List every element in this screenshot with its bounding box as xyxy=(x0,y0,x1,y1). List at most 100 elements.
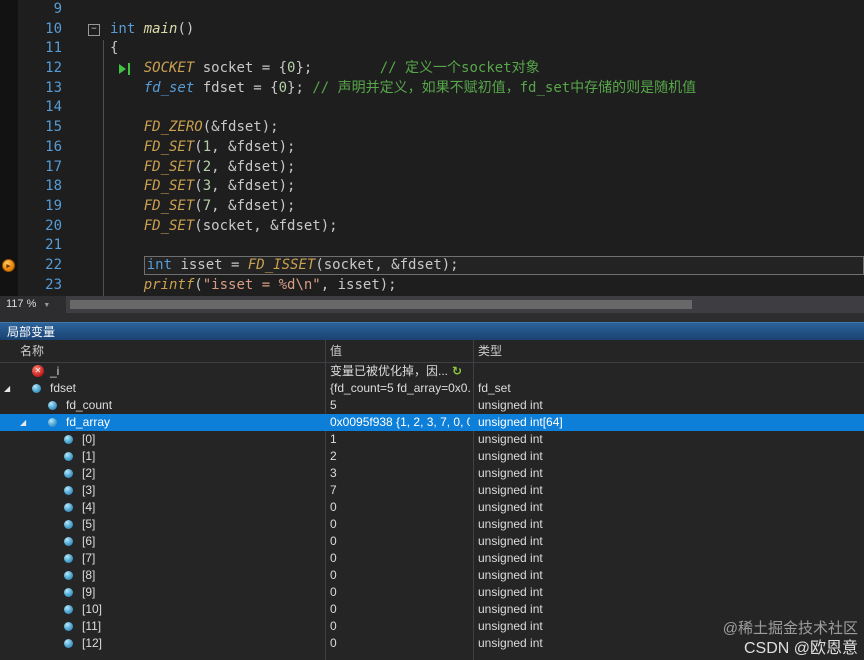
locals-row-6[interactable]: [6] 0 unsigned int xyxy=(0,533,864,550)
variable-value[interactable]: 0 xyxy=(330,567,470,584)
locals-row-12[interactable]: [12] 0 unsigned int xyxy=(0,635,864,652)
refresh-icon[interactable]: ↻ xyxy=(452,363,462,380)
variable-type: fd_set xyxy=(478,381,511,395)
selection-margin xyxy=(62,138,98,158)
current-statement-icon: ▶ xyxy=(2,258,15,272)
locals-row-9[interactable]: [9] 0 unsigned int xyxy=(0,584,864,601)
code-line-11[interactable]: 11 { xyxy=(0,39,864,59)
code-line-17[interactable]: 17 FD_SET(2, &fdset); xyxy=(0,158,864,178)
code-line-14[interactable]: 14 xyxy=(0,98,864,118)
zoom-control[interactable]: 117 % ▼ xyxy=(0,296,66,313)
locals-row-3[interactable]: [3] 7 unsigned int xyxy=(0,482,864,499)
code-line-18[interactable]: 18 FD_SET(3, &fdset); xyxy=(0,177,864,197)
code-text: fd_set fdset = {0}; // 声明并定义，如果不赋初值，fd_s… xyxy=(110,79,696,99)
locals-row-1[interactable]: [1] 2 unsigned int xyxy=(0,448,864,465)
column-header-type[interactable]: 类型 xyxy=(478,340,502,362)
code-token: , &fdset); xyxy=(211,158,296,175)
variable-icon xyxy=(64,452,73,461)
code-token: FD_SET xyxy=(143,138,195,155)
code-token: ( xyxy=(194,158,203,175)
locals-row-fd_array[interactable]: ◢fd_array0x0095f938 {1, 2, 3, 7, 0, 0, .… xyxy=(0,414,864,431)
column-header-name[interactable]: 名称 xyxy=(20,340,44,362)
zoom-level: 117 % xyxy=(6,298,37,310)
locals-row-7[interactable]: [7] 0 unsigned int xyxy=(0,550,864,567)
code-line-9[interactable]: 9 xyxy=(0,0,864,20)
code-token: fd_set xyxy=(143,79,195,96)
expand-arrow-icon[interactable]: ◢ xyxy=(4,380,10,397)
variable-value[interactable]: 0x0095f938 {1, 2, 3, 7, 0, 0, ... xyxy=(330,414,470,431)
code-token: SOCKET xyxy=(143,60,195,77)
variable-name: [9] xyxy=(82,585,96,599)
line-number: 20 xyxy=(45,217,62,234)
locals-row-2[interactable]: [2] 3 unsigned int xyxy=(0,465,864,482)
code-line-23[interactable]: 23 printf("isset = %d\n", isset); xyxy=(0,276,864,296)
variable-icon xyxy=(64,639,73,648)
code-line-20[interactable]: 20 FD_SET(socket, &fdset); xyxy=(0,217,864,237)
code-token: FD_SET xyxy=(143,158,195,175)
horizontal-scrollbar[interactable] xyxy=(66,296,864,313)
horizontal-scrollbar-thumb[interactable] xyxy=(70,300,693,309)
code-token: int xyxy=(146,257,173,274)
code-line-22[interactable]: ▶ 22 int isset = FD_ISSET(socket, &fdset)… xyxy=(0,256,864,276)
variable-value[interactable]: 0 xyxy=(330,584,470,601)
line-number: 21 xyxy=(45,237,62,254)
locals-row-fd_count[interactable]: fd_count 5 unsigned int xyxy=(0,397,864,414)
variable-name: [0] xyxy=(82,432,96,446)
code-token: 2 xyxy=(202,158,212,175)
locals-row-_i[interactable]: ✕ _i 变量已被优化掉，因... ↻ xyxy=(0,363,864,380)
variable-value[interactable]: 1 xyxy=(330,431,470,448)
variable-value[interactable]: 3 xyxy=(330,465,470,482)
code-line-21[interactable]: 21 xyxy=(0,236,864,256)
variable-type: unsigned int xyxy=(478,568,543,582)
code-token: FD_SET xyxy=(143,178,195,195)
locals-panel-title[interactable]: 局部变量 xyxy=(0,322,864,340)
locals-row-5[interactable]: [5] 0 unsigned int xyxy=(0,516,864,533)
locals-row-0[interactable]: [0] 1 unsigned int xyxy=(0,431,864,448)
column-header-value[interactable]: 值 xyxy=(330,340,342,362)
locals-row-4[interactable]: [4] 0 unsigned int xyxy=(0,499,864,516)
code-token: 7 xyxy=(202,197,212,214)
variable-value[interactable]: 0 xyxy=(330,499,470,516)
code-token: FD_SET xyxy=(143,217,195,234)
code-token: () xyxy=(177,20,195,37)
code-token: // 声明并定义，如果不赋初值，fd_set中存储的则是随机值 xyxy=(312,79,697,96)
line-number: 19 xyxy=(45,197,62,214)
code-token: , &fdset); xyxy=(211,178,296,195)
expand-arrow-icon[interactable]: ◢ xyxy=(20,414,26,431)
variable-value[interactable]: 2 xyxy=(330,448,470,465)
variable-value[interactable]: 0 xyxy=(330,516,470,533)
code-line-13[interactable]: 13 fd_set fdset = {0}; // 声明并定义，如果不赋初值，f… xyxy=(0,79,864,99)
locals-row-10[interactable]: [10] 0 unsigned int xyxy=(0,601,864,618)
run-to-cursor-icon[interactable] xyxy=(119,62,133,76)
variable-name: [6] xyxy=(82,534,96,548)
code-line-16[interactable]: 16 FD_SET(1, &fdset); xyxy=(0,138,864,158)
locals-row-11[interactable]: [11] 0 unsigned int xyxy=(0,618,864,635)
code-line-12[interactable]: 12 SOCKET socket = {0}; // 定义一个socket对象 xyxy=(0,59,864,79)
variable-value[interactable]: 0 xyxy=(330,618,470,635)
code-text: FD_SET(1, &fdset); xyxy=(110,138,296,158)
variable-value[interactable]: 0 xyxy=(330,601,470,618)
variable-value[interactable]: {fd_count=5 fd_array=0x0... xyxy=(330,380,470,397)
code-editor[interactable]: 9 10− int main() 11{12 SOCKET socket = {0};… xyxy=(0,0,864,296)
code-line-19[interactable]: 19 FD_SET(7, &fdset); xyxy=(0,197,864,217)
variable-value[interactable]: 变量已被优化掉，因... ↻ xyxy=(330,363,470,380)
variable-value[interactable]: 5 xyxy=(330,397,470,414)
variable-value[interactable]: 0 xyxy=(330,635,470,652)
code-line-10[interactable]: 10 − int main() xyxy=(0,20,864,40)
variable-value[interactable]: 7 xyxy=(330,482,470,499)
outlining-margin xyxy=(98,256,110,276)
locals-row-fdset[interactable]: ◢ fdset {fd_count=5 fd_array=0x0... fd_set xyxy=(0,380,864,397)
locals-row-8[interactable]: [8] 0 unsigned int xyxy=(0,567,864,584)
code-line-15[interactable]: 15 FD_ZERO(&fdset); xyxy=(0,118,864,138)
outlining-margin[interactable]: − xyxy=(88,20,110,40)
variable-value[interactable]: 0 xyxy=(330,550,470,567)
code-token: ( xyxy=(194,197,203,214)
collapse-region-icon[interactable]: − xyxy=(88,23,100,36)
code-lines: 9 10− int main() 11{12 SOCKET socket = {0};… xyxy=(0,0,864,295)
variable-name: [7] xyxy=(82,551,96,565)
variable-value[interactable]: 0 xyxy=(330,533,470,550)
code-text: FD_SET(2, &fdset); xyxy=(110,158,296,178)
